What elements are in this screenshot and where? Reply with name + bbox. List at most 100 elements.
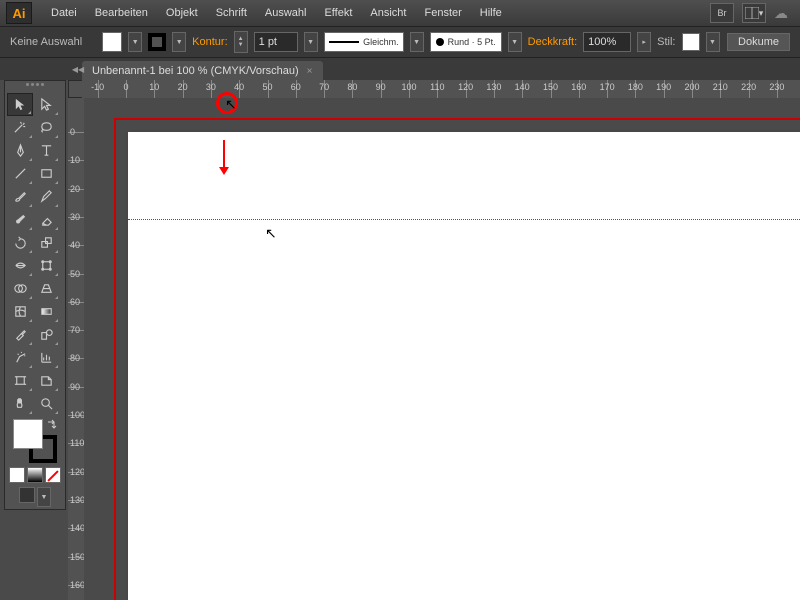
stroke-profile[interactable]: Gleichm. [324,32,404,52]
tool-free-transform[interactable] [33,254,59,277]
panel-grip[interactable] [7,83,63,91]
ruler-tick-label: 0 [123,82,128,92]
style-swatch[interactable] [682,33,700,51]
stroke-dropdown[interactable]: ▼ [172,32,186,52]
stroke-weight-field[interactable]: 1 pt [254,32,298,52]
opacity-label[interactable]: Deckkraft: [528,36,578,48]
artboard[interactable] [128,132,800,600]
menu-ansicht[interactable]: Ansicht [361,0,415,26]
ruler-tick-label: 200 [684,82,699,92]
menu-effekt[interactable]: Effekt [315,0,361,26]
tool-blob-brush[interactable] [7,208,33,231]
fill-swatch[interactable] [102,32,122,52]
ruler-tick-label: 40 [234,82,244,92]
tool-eyedropper[interactable] [7,323,33,346]
tool-direct-selection[interactable] [33,93,59,116]
ruler-drag-cursor-icon: ↖ [225,96,237,113]
tool-artboard[interactable] [7,369,33,392]
ruler-tick-label: 230 [769,82,784,92]
tool-rectangle[interactable] [33,162,59,185]
canvas-viewport[interactable] [84,98,800,600]
tool-lasso[interactable] [33,116,59,139]
horizontal-guide[interactable] [128,219,800,220]
ruler-tick-label: 110 [430,82,444,92]
tool-pencil[interactable] [33,185,59,208]
ruler-tick-label: 150 [543,82,558,92]
tool-line[interactable] [7,162,33,185]
ruler-tick-label: 30 [70,212,80,222]
menu-hilfe[interactable]: Hilfe [471,0,511,26]
menu-fenster[interactable]: Fenster [415,0,470,26]
tool-selection[interactable] [7,93,33,116]
document-tab-title: Unbenannt-1 bei 100 % (CMYK/Vorschau) [92,65,299,77]
tool-rotate[interactable] [7,231,33,254]
menu-objekt[interactable]: Objekt [157,0,207,26]
tool-scale[interactable] [33,231,59,254]
ruler-vertical[interactable]: 0102030405060708090100110120130140150160… [68,98,85,600]
tool-perspective[interactable] [33,277,59,300]
tool-magic-wand[interactable] [7,116,33,139]
tool-slice[interactable] [33,369,59,392]
stroke-weight-stepper[interactable]: ▲▼ [234,31,248,53]
options-bar: Keine Auswahl ▼ ▼ Kontur: ▲▼ 1 pt ▼ Glei… [0,27,800,58]
brush-definition[interactable]: Rund · 5 Pt. [430,32,502,52]
color-mode-fill[interactable] [9,467,25,483]
ruler-horizontal[interactable]: -100102030405060708090100110120130140150… [82,80,800,99]
ruler-tick-label: 50 [70,269,80,279]
cloud-sync-icon[interactable]: ☁ [774,5,788,22]
screen-mode-normal[interactable] [19,487,35,503]
menu-auswahl[interactable]: Auswahl [256,0,316,26]
menu-datei[interactable]: Datei [42,0,86,26]
tool-shape-builder[interactable] [7,277,33,300]
ruler-tick-label: -10 [91,82,104,92]
stroke-weight-dropdown[interactable]: ▼ [304,32,318,52]
menu-schrift[interactable]: Schrift [207,0,256,26]
ruler-tick-label: 220 [741,82,756,92]
stroke-profile-dropdown[interactable]: ▼ [410,32,424,52]
fill-stroke-control[interactable] [13,419,57,463]
tool-paintbrush[interactable] [7,185,33,208]
ruler-tick-label: 160 [70,580,85,590]
document-setup-button[interactable]: Dokume [727,33,790,51]
tool-mesh[interactable] [7,300,33,323]
color-mode-none[interactable] [45,467,61,483]
ruler-tick-label: 130 [486,82,501,92]
tool-eraser[interactable] [33,208,59,231]
menu-bearbeiten[interactable]: Bearbeiten [86,0,157,26]
tool-gradient[interactable] [33,300,59,323]
brush-dropdown[interactable]: ▼ [508,32,522,52]
app-logo-ai[interactable]: Ai [6,2,32,24]
ruler-tick-label: 210 [713,82,728,92]
tool-pen[interactable] [7,139,33,162]
collapse-tab-arrow[interactable]: ◀◀ [73,58,83,80]
kontur-label[interactable]: Kontur: [192,36,227,48]
ruler-tick-label: 120 [70,467,85,477]
annotation-arrow [223,140,225,170]
tool-type[interactable] [33,139,59,162]
document-tab[interactable]: Unbenannt-1 bei 100 % (CMYK/Vorschau) × [82,61,323,80]
tool-blend[interactable] [33,323,59,346]
tool-graph[interactable] [33,346,59,369]
ruler-tick-label: 70 [70,325,80,335]
fill-color-box[interactable] [13,419,43,449]
screen-mode-dropdown[interactable]: ▼ [37,487,51,507]
style-dropdown[interactable]: ▼ [706,32,720,52]
swap-fill-stroke-icon[interactable] [47,419,57,429]
tool-width[interactable] [7,254,33,277]
ruler-tick-label: 70 [319,82,329,92]
opacity-field[interactable]: 100% [583,32,631,52]
close-tab-icon[interactable]: × [307,66,313,77]
fill-dropdown[interactable]: ▼ [128,32,142,52]
opacity-dropdown[interactable]: ▸ [637,32,651,52]
ruler-tick-label: 50 [262,82,272,92]
tool-symbol-sprayer[interactable] [7,346,33,369]
ruler-tick-label: 30 [206,82,216,92]
bridge-button[interactable]: Br [710,3,734,23]
tool-hand[interactable] [7,392,33,415]
color-mode-gradient[interactable] [27,467,43,483]
tool-zoom[interactable] [33,392,59,415]
ruler-tick-label: 20 [178,82,188,92]
arrange-docs-button[interactable]: ▾ [742,3,766,23]
ruler-tick-label: 160 [571,82,586,92]
stroke-swatch[interactable] [148,33,166,51]
